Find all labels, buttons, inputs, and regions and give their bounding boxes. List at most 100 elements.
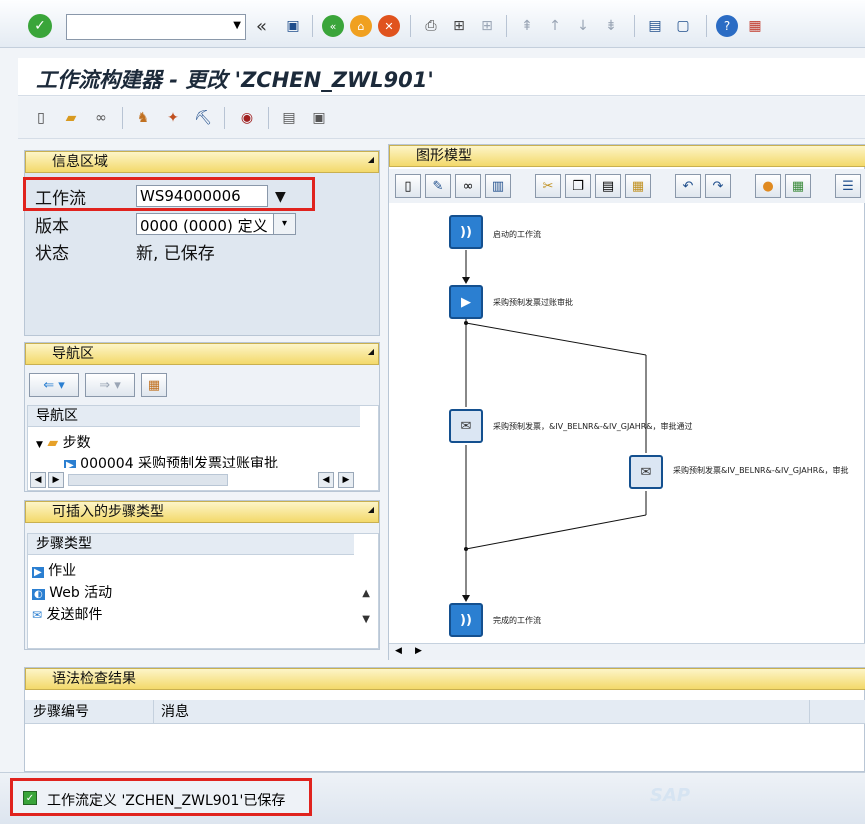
activate-icon[interactable]: ♞ bbox=[132, 107, 154, 129]
collapse-icon[interactable]: ◢ bbox=[368, 342, 374, 362]
nav-tree-child[interactable]: ▶ 000004 采购预制发票过账审批 bbox=[64, 454, 334, 468]
shortcut-icon[interactable]: ▢ bbox=[672, 15, 694, 37]
list-item[interactable]: ◐ Web 活动 bbox=[32, 582, 112, 602]
nav-tree-icon[interactable]: ▦ bbox=[141, 373, 167, 397]
command-field[interactable]: ▼ bbox=[66, 14, 246, 40]
page-title: 工作流构建器 - 更改 'ZCHEN_ZWL901' bbox=[36, 68, 434, 92]
nav-tree: 导航区 ▼ ▰ 步数 ▶ 000004 采购预制发票过账审批 ◀ ▶ ◀ ▶ bbox=[27, 405, 379, 491]
step-item-label: Web 活动 bbox=[49, 585, 113, 601]
info-panel: 信息区域 ◢ 工作流 WS94000006 ▼ 版本 0000 (0000) 定… bbox=[23, 150, 380, 336]
activity-icon: ▶ bbox=[64, 460, 76, 468]
new-document-icon[interactable]: ▯ bbox=[30, 107, 52, 129]
step-item-label: 发送邮件 bbox=[46, 607, 103, 623]
open-folder-icon[interactable]: ▰ bbox=[60, 107, 82, 129]
mail-step-label: 采购预制发票，&IV_BELNR&-&IV_GJAHR&，审批通过 bbox=[493, 422, 693, 431]
mail-step-node[interactable]: ✉ bbox=[449, 409, 483, 443]
nav-tree-root-label: 步数 bbox=[62, 435, 91, 451]
activity-label: 采购预制发票过账审批 bbox=[493, 298, 573, 307]
mail-step-label: 采购预制发票&IV_BELNR&-&IV_GJAHR&，审批 bbox=[673, 466, 849, 475]
application-toolbar: ▯ ▰ ∞ ♞ ✦ ⛏ ◉ ▤ ▣ bbox=[18, 97, 865, 139]
web-activity-icon: ◐ bbox=[32, 589, 45, 600]
info-panel-header[interactable]: 信息区域 ◢ bbox=[25, 151, 379, 173]
container-icon[interactable]: ▤ bbox=[278, 107, 300, 129]
step-item-label: 作业 bbox=[48, 563, 77, 579]
scroll-left-icon[interactable]: ◀ bbox=[395, 646, 402, 656]
activity-node[interactable]: ▶ bbox=[449, 285, 483, 319]
enter-icon[interactable]: ✓ bbox=[28, 14, 52, 38]
nav-tree-child-label: 000004 采购预制发票过账审批 bbox=[80, 456, 279, 468]
activity-icon: ▶ bbox=[32, 567, 44, 578]
nav-forward-button[interactable]: ⇒ ▾ bbox=[85, 373, 135, 397]
end-event-node[interactable]: )) bbox=[449, 603, 483, 637]
syntax-panel-title: 语法检查结果 bbox=[52, 671, 136, 687]
create-session-icon[interactable]: ▤ bbox=[644, 15, 666, 37]
sap-logo: SAP bbox=[650, 785, 691, 806]
start-event-node[interactable]: )) bbox=[449, 215, 483, 249]
step-types-panel: 可插入的步骤类型 ◢ 步骤类型 ▶ 作业 ◐ Web 活动 ✉ 发送邮件 ▲ ▼ bbox=[24, 500, 380, 650]
title-bar: 工作流构建器 - 更改 'ZCHEN_ZWL901' bbox=[18, 58, 865, 96]
collapse-icon[interactable]: ◢ bbox=[368, 150, 374, 170]
list-item[interactable]: ✉ 发送邮件 bbox=[32, 604, 103, 624]
navigation-panel: 导航区 ◢ ⇐ ▾ ⇒ ▾ ▦ 导航区 ▼ ▰ 步数 ▶ 000004 采购预制… bbox=[24, 342, 380, 492]
syntax-panel-header[interactable]: 语法检查结果 bbox=[25, 668, 865, 690]
horizontal-scrollbar[interactable] bbox=[68, 474, 228, 486]
nav-panel-header[interactable]: 导航区 ◢ bbox=[25, 343, 379, 365]
step-number-column[interactable]: 步骤编号 bbox=[33, 702, 89, 722]
info-panel-title: 信息区域 bbox=[52, 154, 108, 170]
folder-icon: ▰ bbox=[47, 435, 59, 451]
start-event-label: 启动的工作流 bbox=[493, 230, 541, 239]
scroll-left-icon[interactable]: ◀ bbox=[318, 472, 334, 488]
status-bar: ✓ 工作流定义 'ZCHEN_ZWL901'已保存 SAP bbox=[0, 772, 865, 824]
scroll-right-icon[interactable]: ▶ bbox=[415, 646, 422, 656]
previous-page-icon[interactable]: ↑ bbox=[544, 15, 566, 37]
chevron-down-icon[interactable]: ▼ bbox=[36, 440, 43, 450]
workflow-highlight bbox=[23, 177, 315, 211]
list-item[interactable]: ▶ 作业 bbox=[32, 560, 76, 580]
success-check-icon: ✓ bbox=[23, 791, 37, 805]
collapse-icon[interactable]: ◢ bbox=[368, 500, 374, 520]
status-message[interactable]: ✓ 工作流定义 'ZCHEN_ZWL901'已保存 bbox=[10, 778, 312, 816]
step-panel-header[interactable]: 可插入的步骤类型 ◢ bbox=[25, 501, 379, 523]
test-icon[interactable]: ⛏ bbox=[192, 107, 214, 129]
help-icon[interactable]: ? bbox=[716, 15, 738, 37]
cancel-icon[interactable]: ✕ bbox=[378, 15, 400, 37]
find-next-icon[interactable]: ⊞ bbox=[476, 15, 498, 37]
mail-icon: ✉ bbox=[32, 608, 43, 622]
scroll-right-icon[interactable]: ▶ bbox=[338, 472, 354, 488]
version-label: 版本 bbox=[35, 217, 69, 237]
last-page-icon[interactable]: ⇟ bbox=[600, 15, 622, 37]
mail-step-node[interactable]: ✉ bbox=[629, 455, 663, 489]
step-column-header: 步骤类型 bbox=[28, 534, 354, 555]
nav-back-button[interactable]: ⇐ ▾ bbox=[29, 373, 79, 397]
message-column[interactable]: 消息 bbox=[161, 702, 189, 722]
back-icon[interactable]: « bbox=[322, 15, 344, 37]
overview-icon[interactable]: ▣ bbox=[308, 107, 330, 129]
syntax-grid-header: 步骤编号 消息 bbox=[25, 700, 865, 724]
print-icon[interactable]: ⎙ bbox=[420, 15, 442, 37]
chevron-down-icon[interactable]: ▼ bbox=[233, 20, 241, 31]
next-page-icon[interactable]: ↓ bbox=[572, 15, 594, 37]
glasses-icon[interactable]: ∞ bbox=[90, 107, 112, 129]
system-toolbar: ✓ ▼ « ▣ « ⌂ ✕ ⎙ ⊞ ⊞ ⇞ ↑ ↓ ⇟ ▤ ▢ ? ▦ bbox=[0, 0, 865, 48]
first-page-icon[interactable]: ⇞ bbox=[516, 15, 538, 37]
back-history-button[interactable]: « bbox=[256, 16, 267, 37]
scroll-down-icon[interactable]: ▼ bbox=[362, 614, 370, 625]
nav-column-header: 导航区 bbox=[28, 406, 360, 427]
version-value: 0000 (0000) 定义 bbox=[140, 217, 268, 235]
step-types-list: 步骤类型 ▶ 作业 ◐ Web 活动 ✉ 发送邮件 ▲ ▼ bbox=[27, 533, 379, 649]
version-field[interactable]: 0000 (0000) 定义 ▾ bbox=[136, 213, 296, 235]
wand-icon[interactable]: ✦ bbox=[162, 107, 184, 129]
scroll-left-icon[interactable]: ◀ bbox=[30, 472, 46, 488]
scroll-up-icon[interactable]: ▲ bbox=[362, 588, 370, 599]
nav-panel-title: 导航区 bbox=[52, 346, 94, 362]
exit-icon[interactable]: ⌂ bbox=[350, 15, 372, 37]
find-icon[interactable]: ⊞ bbox=[448, 15, 470, 37]
step-panel-title: 可插入的步骤类型 bbox=[52, 504, 164, 520]
nav-tree-root[interactable]: ▼ ▰ 步数 bbox=[36, 432, 91, 452]
scroll-right-icon[interactable]: ▶ bbox=[48, 472, 64, 488]
layout-menu-icon[interactable]: ▦ bbox=[744, 15, 766, 37]
end-event-label: 完成的工作流 bbox=[493, 616, 541, 625]
save-icon[interactable]: ▣ bbox=[282, 15, 304, 37]
version-dropdown-icon[interactable]: ▾ bbox=[273, 214, 295, 234]
binding-icon[interactable]: ◉ bbox=[236, 107, 258, 129]
